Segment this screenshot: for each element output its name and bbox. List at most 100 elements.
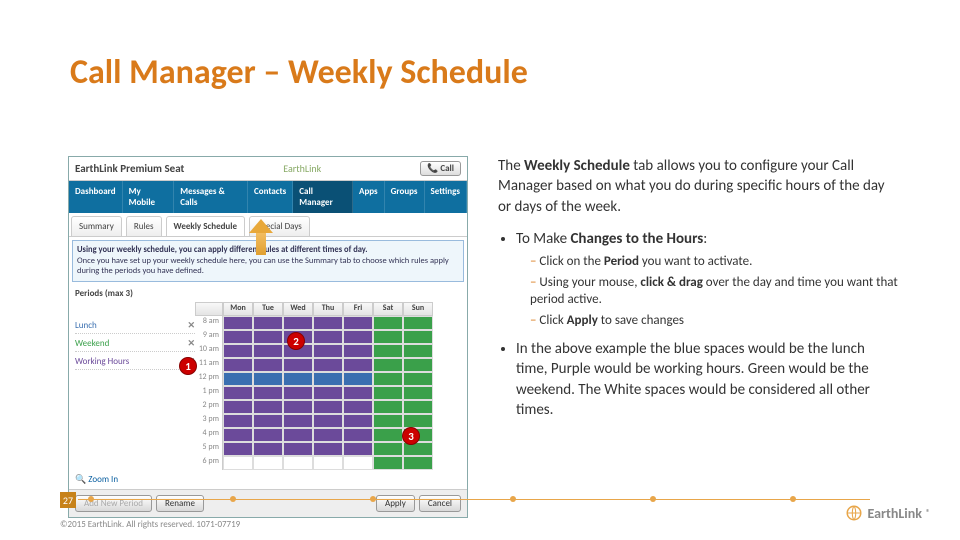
schedule-cell[interactable]	[343, 400, 373, 414]
schedule-cell[interactable]	[313, 358, 343, 372]
schedule-cell[interactable]	[253, 330, 283, 344]
day-header: Sun	[403, 302, 433, 316]
schedule-cell[interactable]	[223, 330, 253, 344]
schedule-cell[interactable]	[343, 358, 373, 372]
hour-label: 10 am	[195, 344, 223, 358]
schedule-cell[interactable]	[253, 400, 283, 414]
schedule-cell[interactable]	[253, 358, 283, 372]
schedule-cell[interactable]	[283, 428, 313, 442]
schedule-cell[interactable]	[343, 372, 373, 386]
schedule-cell[interactable]	[373, 316, 403, 330]
nav-item[interactable]: Contacts	[248, 181, 293, 213]
schedule-cell[interactable]	[283, 372, 313, 386]
tab-item[interactable]: Rules	[126, 216, 162, 236]
schedule-cell[interactable]	[313, 344, 343, 358]
schedule-grid[interactable]: Lunch✕Weekend✕Working Hours✕MonTueWedThu…	[75, 302, 461, 470]
schedule-cell[interactable]	[373, 372, 403, 386]
period-row[interactable]: Lunch✕	[75, 318, 195, 334]
schedule-cell[interactable]	[373, 456, 403, 470]
schedule-cell[interactable]	[313, 400, 343, 414]
schedule-cell[interactable]	[403, 456, 433, 470]
nav-item[interactable]: Groups	[385, 181, 425, 213]
schedule-cell[interactable]	[343, 442, 373, 456]
callout-3: 3	[402, 427, 420, 445]
delete-period-icon[interactable]: ✕	[187, 320, 195, 331]
hour-label: 3 pm	[195, 414, 223, 428]
schedule-cell[interactable]	[223, 358, 253, 372]
schedule-cell[interactable]	[403, 400, 433, 414]
schedule-cell[interactable]	[403, 358, 433, 372]
nav-item[interactable]: Dashboard	[69, 181, 123, 213]
schedule-cell[interactable]	[373, 442, 403, 456]
nav-item[interactable]: Call Manager	[293, 181, 353, 213]
schedule-cell[interactable]	[403, 330, 433, 344]
schedule-cell[interactable]	[253, 442, 283, 456]
schedule-cell[interactable]	[223, 400, 253, 414]
schedule-cell[interactable]	[313, 456, 343, 470]
schedule-cell[interactable]	[223, 414, 253, 428]
schedule-cell[interactable]	[283, 358, 313, 372]
hour-label: 1 pm	[195, 386, 223, 400]
schedule-cell[interactable]	[373, 386, 403, 400]
schedule-cell[interactable]	[313, 330, 343, 344]
schedule-cell[interactable]	[283, 456, 313, 470]
schedule-cell[interactable]	[283, 414, 313, 428]
nav-item[interactable]: Settings	[425, 181, 467, 213]
tab-item[interactable]: Weekly Schedule	[166, 216, 246, 236]
schedule-cell[interactable]	[253, 414, 283, 428]
schedule-cell[interactable]	[313, 442, 343, 456]
schedule-cell[interactable]	[223, 372, 253, 386]
schedule-cell[interactable]	[253, 316, 283, 330]
schedule-cell[interactable]	[253, 372, 283, 386]
schedule-cell[interactable]	[253, 386, 283, 400]
callout-2: 2	[287, 332, 305, 350]
schedule-cell[interactable]	[223, 386, 253, 400]
schedule-cell[interactable]	[373, 400, 403, 414]
schedule-cell[interactable]	[223, 428, 253, 442]
schedule-cell[interactable]	[403, 414, 433, 428]
schedule-cell[interactable]	[403, 316, 433, 330]
schedule-cell[interactable]	[283, 400, 313, 414]
schedule-cell[interactable]	[403, 386, 433, 400]
day-header: Fri	[343, 302, 373, 316]
schedule-cell[interactable]	[253, 428, 283, 442]
schedule-cell[interactable]	[223, 442, 253, 456]
schedule-cell[interactable]	[373, 330, 403, 344]
schedule-cell[interactable]	[313, 414, 343, 428]
schedule-cell[interactable]	[223, 316, 253, 330]
delete-period-icon[interactable]: ✕	[187, 338, 195, 349]
schedule-cell[interactable]	[283, 442, 313, 456]
schedule-cell[interactable]	[403, 372, 433, 386]
nav-item[interactable]: My Mobile	[123, 181, 175, 213]
nav-item[interactable]: Apps	[353, 181, 385, 213]
period-row[interactable]: Weekend✕	[75, 336, 195, 352]
schedule-cell[interactable]	[343, 456, 373, 470]
schedule-cell[interactable]	[343, 428, 373, 442]
schedule-cell[interactable]	[223, 344, 253, 358]
schedule-cell[interactable]	[343, 414, 373, 428]
schedule-cell[interactable]	[403, 344, 433, 358]
schedule-cell[interactable]	[223, 456, 253, 470]
schedule-cell[interactable]	[343, 386, 373, 400]
schedule-cell[interactable]	[373, 358, 403, 372]
schedule-cell[interactable]	[283, 386, 313, 400]
schedule-cell[interactable]	[283, 316, 313, 330]
schedule-cell[interactable]	[343, 344, 373, 358]
period-row[interactable]: Working Hours✕	[75, 354, 195, 370]
bullet-make-changes: To Make Changes to the Hours: Click on t…	[516, 229, 898, 329]
schedule-cell[interactable]	[313, 428, 343, 442]
tab-item[interactable]: Summary	[71, 216, 122, 236]
nav-item[interactable]: Messages & Calls	[174, 181, 248, 213]
schedule-cell[interactable]	[313, 386, 343, 400]
schedule-cell[interactable]	[373, 344, 403, 358]
schedule-cell[interactable]	[253, 344, 283, 358]
schedule-cell[interactable]	[373, 428, 403, 442]
schedule-cell[interactable]	[343, 330, 373, 344]
schedule-cell[interactable]	[313, 316, 343, 330]
call-button[interactable]: 📞 Call	[420, 161, 461, 176]
schedule-cell[interactable]	[253, 456, 283, 470]
schedule-cell[interactable]	[373, 414, 403, 428]
zoom-in-link[interactable]: 🔍 Zoom In	[75, 474, 461, 485]
schedule-cell[interactable]	[313, 372, 343, 386]
schedule-cell[interactable]	[343, 316, 373, 330]
